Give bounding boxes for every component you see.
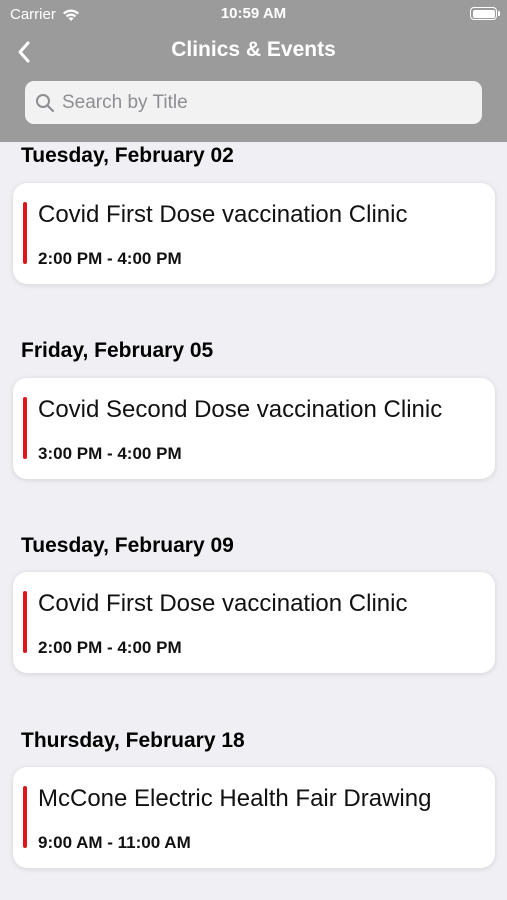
event-time: 9:00 AM - 11:00 AM <box>38 833 191 852</box>
event-card[interactable]: Covid First Dose vaccination Clinic 2:00… <box>13 572 495 673</box>
event-title: Covid First Dose vaccination Clinic <box>38 201 408 228</box>
event-time: 2:00 PM - 4:00 PM <box>38 249 182 268</box>
event-time: 2:00 PM - 4:00 PM <box>38 638 182 657</box>
event-card[interactable]: McCone Electric Health Fair Drawing 9:00… <box>13 767 495 868</box>
search-input[interactable] <box>62 91 462 114</box>
event-accent-bar <box>23 786 27 848</box>
events-list[interactable]: Tuesday, February 02 Covid First Dose va… <box>0 142 507 900</box>
event-title: McCone Electric Health Fair Drawing <box>38 785 432 812</box>
event-card[interactable]: Covid First Dose vaccination Clinic 2:00… <box>13 183 495 284</box>
section-date-header: Tuesday, February 02 <box>21 144 234 167</box>
event-accent-bar <box>23 202 27 264</box>
status-time: 10:59 AM <box>220 5 287 22</box>
battery-level <box>472 9 495 18</box>
status-bar: Carrier 10:59 AM <box>0 0 507 28</box>
search-icon <box>36 93 55 112</box>
section-date-header: Friday, February 05 <box>21 339 214 362</box>
battery-icon <box>470 7 500 20</box>
navigation-header: Carrier 10:59 AM Clinics & Events <box>0 0 507 142</box>
search-bar[interactable] <box>25 81 482 124</box>
page-title: Clinics & Events <box>171 38 336 61</box>
event-accent-bar <box>23 397 27 459</box>
event-time: 3:00 PM - 4:00 PM <box>38 444 182 463</box>
section-date-header: Tuesday, February 09 <box>21 534 234 557</box>
section-date-header: Thursday, February 18 <box>21 729 245 752</box>
event-title: Covid Second Dose vaccination Clinic <box>38 396 443 423</box>
event-title: Covid First Dose vaccination Clinic <box>38 590 408 617</box>
event-accent-bar <box>23 591 27 653</box>
event-card[interactable]: Covid Second Dose vaccination Clinic 3:0… <box>13 378 495 479</box>
